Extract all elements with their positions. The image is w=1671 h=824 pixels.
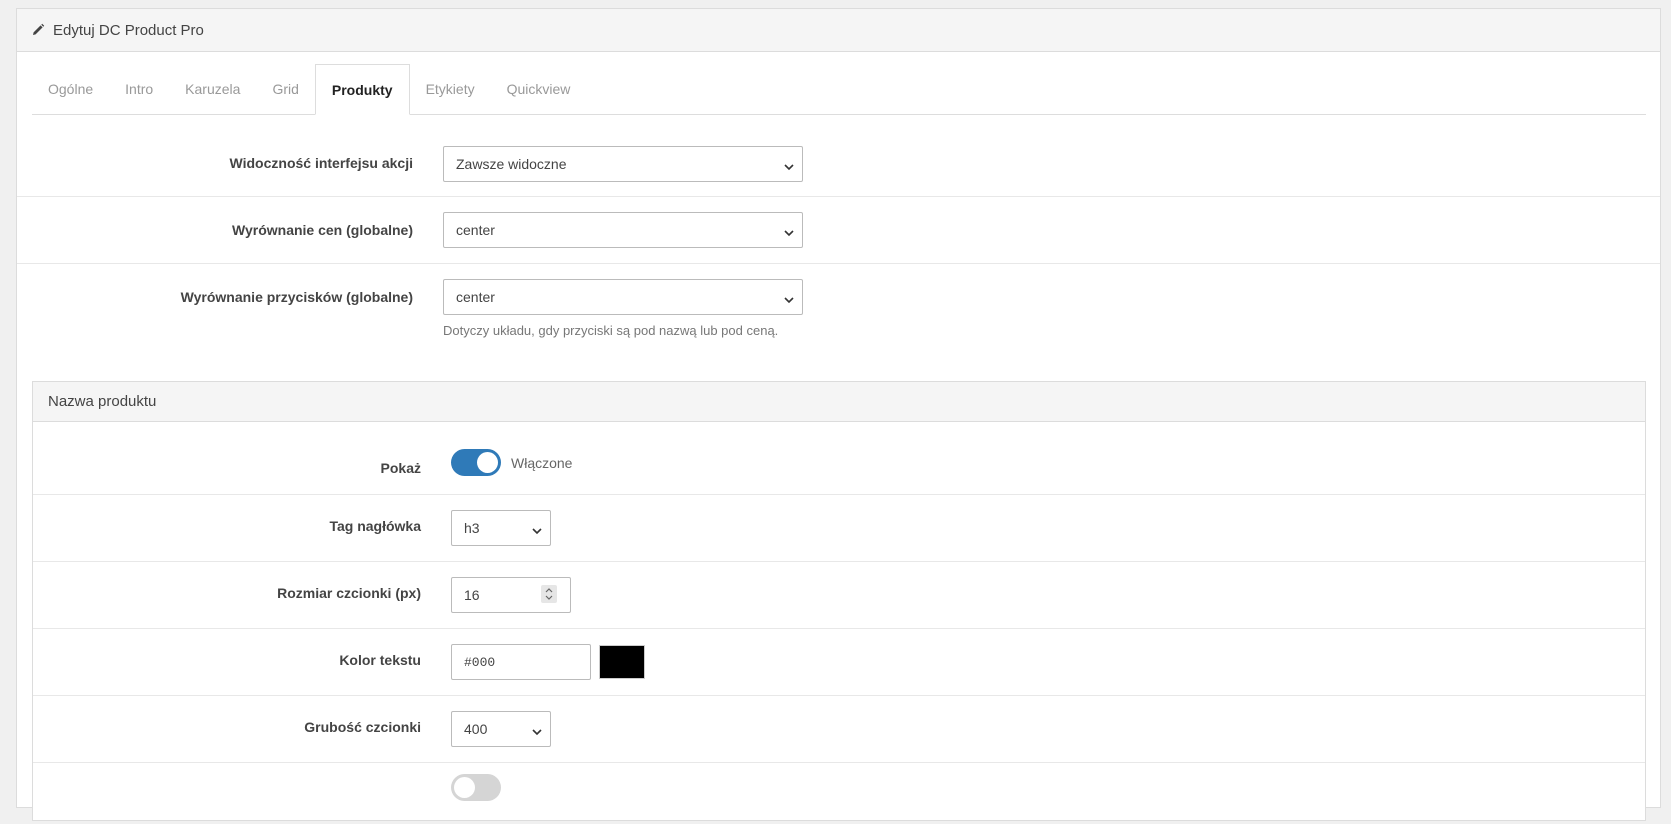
font-weight-label: Grubość czcionki	[304, 719, 421, 735]
heading-tag-select[interactable]: h3	[451, 510, 551, 546]
tab-bar: Ogólne Intro Karuzela Grid Produkty Etyk…	[32, 64, 1646, 115]
font-size-input[interactable]: 16	[451, 577, 571, 613]
action-visibility-value: Zawsze widoczne	[456, 156, 567, 172]
form-row-button-align: Wyrównanie przycisków (globalne) center …	[17, 265, 1660, 355]
form-row-price-align: Wyrównanie cen (globalne) center	[17, 198, 1660, 264]
edit-panel: Edytuj DC Product Pro Ogólne Intro Karuz…	[16, 8, 1661, 821]
next-toggle[interactable]	[451, 774, 501, 801]
page-title: Edytuj DC Product Pro	[53, 21, 204, 39]
action-visibility-label: Widoczność interfejsu akcji	[229, 155, 413, 171]
tab-intro[interactable]: Intro	[109, 64, 169, 114]
action-visibility-select[interactable]: Zawsze widoczne	[443, 146, 803, 182]
product-name-heading: Nazwa produktu	[33, 382, 1645, 422]
form-row-action-visibility: Widoczność interfejsu akcji Zawsze widoc…	[17, 131, 1660, 197]
form-row-font-size: Rozmiar czcionki (px) 16	[33, 563, 1645, 629]
chevron-down-icon	[784, 292, 794, 304]
tab-ogolne[interactable]: Ogólne	[32, 64, 109, 114]
button-align-select[interactable]: center	[443, 279, 803, 315]
chevron-down-icon	[784, 225, 794, 237]
text-color-value: #000	[464, 654, 496, 670]
price-align-value: center	[456, 222, 495, 238]
font-weight-value: 400	[464, 721, 488, 737]
heading-tag-value: h3	[464, 520, 480, 536]
chevron-down-icon	[532, 523, 542, 535]
form-row-heading-tag: Tag nagłówka h3	[33, 496, 1645, 562]
text-color-label: Kolor tekstu	[339, 652, 421, 668]
chevron-down-icon	[532, 724, 542, 736]
pencil-icon	[31, 23, 45, 37]
tab-grid[interactable]: Grid	[256, 64, 314, 114]
font-size-value: 16	[464, 587, 480, 603]
price-align-label: Wyrównanie cen (globalne)	[232, 222, 413, 238]
form-row-show: Pokaż Włączone	[33, 422, 1645, 495]
show-toggle[interactable]	[451, 449, 501, 476]
chevron-down-icon	[784, 159, 794, 171]
tab-karuzela[interactable]: Karuzela	[169, 64, 256, 114]
form-row-text-color: Kolor tekstu #000	[33, 630, 1645, 696]
form-row-font-weight: Grubość czcionki 400	[33, 697, 1645, 763]
tab-quickview[interactable]: Quickview	[491, 64, 587, 114]
show-label: Pokaż	[380, 460, 421, 476]
button-align-help: Dotyczy układu, gdy przyciski są pod naz…	[443, 323, 779, 338]
panel-heading: Edytuj DC Product Pro	[17, 9, 1660, 52]
show-state-text: Włączone	[511, 455, 573, 471]
heading-tag-label: Tag nagłówka	[329, 518, 421, 534]
price-align-select[interactable]: center	[443, 212, 803, 248]
tab-etykiety[interactable]: Etykiety	[410, 64, 491, 114]
tab-produkty[interactable]: Produkty	[314, 64, 410, 115]
font-size-label: Rozmiar czcionki (px)	[277, 585, 421, 601]
text-color-input[interactable]: #000	[451, 644, 591, 680]
spinner-icon[interactable]	[541, 585, 557, 603]
product-name-panel: Nazwa produktu Pokaż Włączone Tag nagłów…	[32, 381, 1646, 821]
form-row-next-toggle	[33, 764, 1645, 824]
font-weight-select[interactable]: 400	[451, 711, 551, 747]
color-swatch[interactable]	[599, 645, 645, 679]
button-align-value: center	[456, 289, 495, 305]
toggle-knob	[454, 777, 475, 798]
button-align-label: Wyrównanie przycisków (globalne)	[180, 289, 413, 305]
toggle-knob	[477, 452, 498, 473]
